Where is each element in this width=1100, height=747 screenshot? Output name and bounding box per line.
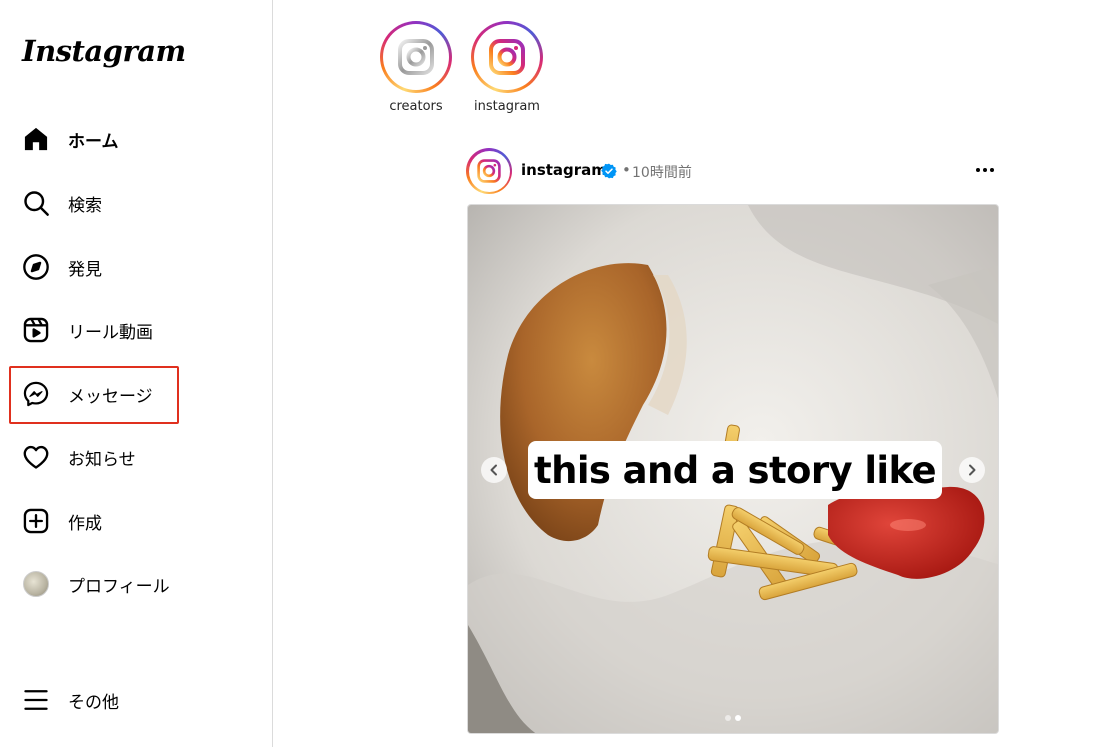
separator-dot: • [622, 161, 631, 179]
story-username: instagram [474, 99, 540, 114]
instagram-logo[interactable]: Instagram [22, 34, 186, 68]
verified-badge-icon [601, 163, 617, 179]
story-instagram[interactable]: instagram [462, 21, 552, 114]
heart-icon [22, 443, 50, 471]
caption-overlay: this and a story like [528, 441, 942, 499]
instagram-glyph-icon [477, 159, 501, 183]
carousel-next-button[interactable] [959, 457, 985, 483]
carousel-dots [468, 715, 998, 721]
profile-avatar-wrapper [22, 570, 50, 598]
story-ring [380, 21, 452, 93]
post-timestamp[interactable]: 10時間前 [632, 162, 692, 182]
carousel-dot [725, 715, 731, 721]
post-header: instagram • 10時間前 [466, 148, 999, 194]
sidebar-item-label: リール動画 [68, 322, 153, 343]
sidebar-item-profile[interactable]: プロフィール [12, 559, 258, 609]
hamburger-menu-icon [22, 686, 50, 714]
carousel-prev-button[interactable] [481, 457, 507, 483]
post-avatar-inner [468, 150, 510, 192]
more-options-button[interactable] [973, 160, 997, 180]
story-username: creators [389, 99, 443, 114]
sidebar-item-label: その他 [68, 692, 119, 713]
sidebar-item-search[interactable]: 検索 [12, 178, 258, 228]
search-icon [22, 189, 50, 217]
carousel-dot-active [735, 715, 741, 721]
profile-avatar [23, 571, 49, 597]
post-media[interactable]: this and a story like [467, 204, 999, 734]
caption-overlay-text: this and a story like [534, 448, 937, 492]
chevron-left-icon [490, 464, 497, 476]
messenger-icon [22, 380, 50, 408]
compass-icon [22, 253, 50, 281]
post-avatar[interactable] [466, 148, 512, 194]
sidebar-item-create[interactable]: 作成 [12, 496, 258, 546]
sidebar-item-reels[interactable]: リール動画 [12, 305, 258, 355]
sidebar-item-label: 検索 [68, 195, 102, 216]
create-plus-icon [22, 507, 50, 535]
sidebar-item-notifications[interactable]: お知らせ [12, 432, 258, 482]
sidebar-item-label: 作成 [68, 513, 102, 534]
sidebar-item-label: お知らせ [68, 449, 136, 470]
post-username[interactable]: instagram [521, 161, 607, 179]
sidebar-item-explore[interactable]: 発見 [12, 242, 258, 292]
sidebar-item-home[interactable]: ホーム [12, 114, 258, 164]
story-ring [471, 21, 543, 93]
instagram-glyph-icon [489, 39, 525, 75]
more-dots-icon [976, 168, 994, 172]
sidebar-item-label: メッセージ [68, 386, 153, 407]
sidebar-item-label: 発見 [68, 259, 102, 280]
story-avatar [383, 24, 449, 90]
home-icon [22, 125, 50, 153]
instagram-glyph-icon [398, 39, 434, 75]
story-avatar [474, 24, 540, 90]
story-creators[interactable]: creators [371, 21, 461, 114]
sidebar-item-more[interactable]: その他 [12, 675, 258, 725]
sidebar-item-label: プロフィール [68, 576, 170, 597]
sidebar-item-label: ホーム [68, 131, 119, 152]
sidebar-item-messages[interactable]: メッセージ [12, 369, 258, 419]
chevron-right-icon [969, 464, 976, 476]
sidebar: Instagram ホーム 検索 発見 リール動画 メッセージ お知らせ 作成 … [0, 0, 273, 747]
reels-icon [22, 316, 50, 344]
